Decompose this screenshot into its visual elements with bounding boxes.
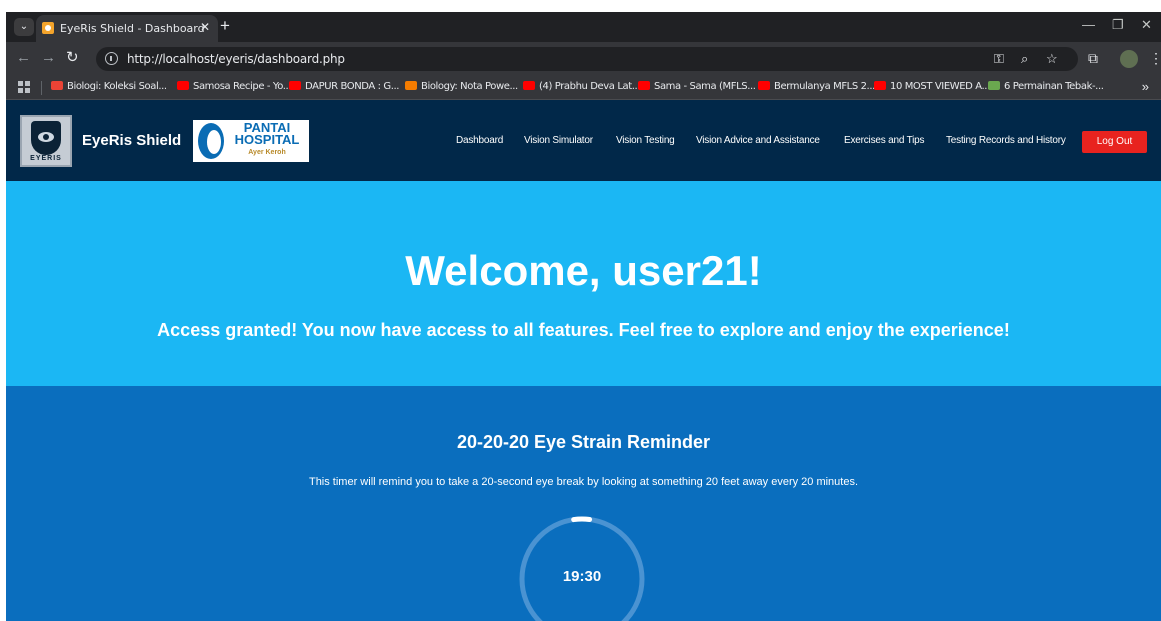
reminder-description: This timer will remind you to take a 20-… (308, 476, 859, 488)
bookmarks-divider (41, 81, 42, 95)
bookmark-label: 10 MOST VIEWED A... (890, 81, 990, 92)
bookmark-label: Biologi: Koleksi Soal... (67, 81, 167, 92)
welcome-subtitle: Access granted! You now have access to a… (157, 320, 1010, 340)
eye-strain-reminder: 20-20-20 Eye Strain Reminder This timer … (6, 386, 1161, 621)
back-icon[interactable]: ← (16, 50, 31, 66)
site-name[interactable]: EyeRis Shield (82, 132, 181, 149)
bookmark-favicon-icon (874, 81, 886, 90)
bookmark-item[interactable]: 10 MOST VIEWED A... (874, 81, 990, 95)
bookmark-favicon-icon (638, 81, 650, 90)
bookmark-item[interactable]: Biologi: Koleksi Soal... (51, 81, 167, 95)
bookmark-label: DAPUR BONDA : G... (305, 81, 400, 92)
zoom-icon[interactable]: ⌕ (1021, 51, 1028, 67)
bookmark-favicon-icon (177, 81, 189, 90)
eyeris-favicon-icon (42, 22, 54, 34)
bookmark-favicon-icon (988, 81, 1000, 90)
reload-icon[interactable]: ↻ (66, 50, 79, 66)
minimize-icon[interactable]: — (1082, 17, 1095, 32)
nav-dashboard[interactable]: Dashboard (456, 135, 503, 146)
hospital-name: PANTAI HOSPITAL (234, 120, 300, 147)
bookmark-label: (4) Prabhu Deva Lat... (539, 81, 641, 92)
bookmark-item[interactable]: 6 Permainan Tebak-... (988, 81, 1104, 95)
restore-icon[interactable]: ❐ (1112, 17, 1124, 33)
site-navbar: EYERIS EyeRis Shield PANTAI HOSPITAL Aye… (6, 100, 1161, 181)
bookmark-item[interactable]: (4) Prabhu Deva Lat... (523, 81, 640, 95)
bookmark-item[interactable]: Biology: Nota Powe... (405, 81, 518, 95)
logo-text: EYERIS (30, 155, 62, 162)
nav-testing-records[interactable]: Testing Records and History (946, 135, 1066, 146)
bookmark-item[interactable]: Sama - Sama (MFLS... (638, 81, 756, 95)
profile-avatar[interactable] (1120, 50, 1138, 68)
tab-title: EyeRis Shield - Dashboard (60, 22, 205, 35)
shield-eye-icon (31, 121, 61, 155)
nav-vision-simulator[interactable]: Vision Simulator (524, 135, 593, 146)
browser-window: ⌄ EyeRis Shield - Dashboard ✕ + — ❐ ✕ ← … (6, 12, 1161, 621)
nav-vision-testing[interactable]: Vision Testing (616, 135, 675, 146)
more-bookmarks-icon[interactable]: » (1142, 79, 1149, 94)
password-key-icon[interactable]: ⚿ (994, 51, 1004, 67)
tab-search-icon[interactable]: ⌄ (14, 18, 34, 36)
welcome-title: Welcome, user21! (405, 247, 762, 294)
eyeris-logo[interactable]: EYERIS (20, 115, 72, 167)
apps-grid-icon[interactable] (18, 81, 30, 93)
hospital-location: Ayer Keroh (248, 149, 286, 156)
bookmark-item[interactable]: DAPUR BONDA : G... (289, 81, 399, 95)
extensions-icon[interactable]: ⧉ (1088, 50, 1098, 66)
window-close-icon[interactable]: ✕ (1141, 17, 1152, 33)
welcome-hero: Welcome, user21! Access granted! You now… (6, 181, 1161, 386)
bookmark-label: Biology: Nota Powe... (421, 81, 518, 92)
bookmark-favicon-icon (51, 81, 63, 90)
bookmark-item[interactable]: Samosa Recipe - Yo... (177, 81, 292, 95)
page-content: EYERIS EyeRis Shield PANTAI HOSPITAL Aye… (6, 100, 1161, 621)
bookmark-favicon-icon (405, 81, 417, 90)
bookmark-favicon-icon (289, 81, 301, 90)
bookmark-star-icon[interactable]: ☆ (1046, 51, 1058, 67)
tab-strip: ⌄ EyeRis Shield - Dashboard ✕ + — ❐ ✕ (6, 12, 1161, 42)
timer-countdown: 19:30 (562, 568, 602, 585)
site-info-icon[interactable] (105, 52, 118, 65)
browser-toolbar: ← → ↻ http://localhost/eyeris/dashboard.… (6, 42, 1161, 76)
bookmark-label: Samosa Recipe - Yo... (193, 81, 292, 92)
bookmark-label: 6 Permainan Tebak-... (1004, 81, 1104, 92)
bookmark-item[interactable]: Bermulanya MFLS 2... (758, 81, 875, 95)
new-tab-icon[interactable]: + (220, 17, 230, 34)
bookmark-label: Bermulanya MFLS 2... (774, 81, 875, 92)
bookmark-favicon-icon (523, 81, 535, 90)
logout-button[interactable]: Log Out (1082, 131, 1147, 153)
reminder-title: 20-20-20 Eye Strain Reminder (456, 432, 711, 452)
menu-icon[interactable]: ⋮ (1149, 50, 1161, 66)
forward-icon[interactable]: → (41, 50, 56, 66)
bookmark-favicon-icon (758, 81, 770, 90)
url-text[interactable]: http://localhost/eyeris/dashboard.php (127, 52, 345, 66)
bookmark-label: Sama - Sama (MFLS... (654, 81, 756, 92)
timer-progress (519, 516, 645, 621)
close-tab-icon[interactable]: ✕ (200, 20, 210, 34)
timer-ring (519, 516, 645, 621)
bookmarks-bar: Biologi: Koleksi Soal... Samosa Recipe - … (6, 76, 1161, 100)
pantai-hospital-logo: PANTAI HOSPITAL Ayer Keroh (193, 120, 309, 162)
tab-dashboard[interactable]: EyeRis Shield - Dashboard ✕ (36, 15, 218, 42)
address-bar[interactable]: http://localhost/eyeris/dashboard.php ⚿ … (96, 47, 1078, 71)
hospital-logo-icon (198, 123, 224, 159)
nav-exercises-tips[interactable]: Exercises and Tips (844, 135, 925, 146)
nav-vision-advice[interactable]: Vision Advice and Assistance (696, 135, 820, 146)
